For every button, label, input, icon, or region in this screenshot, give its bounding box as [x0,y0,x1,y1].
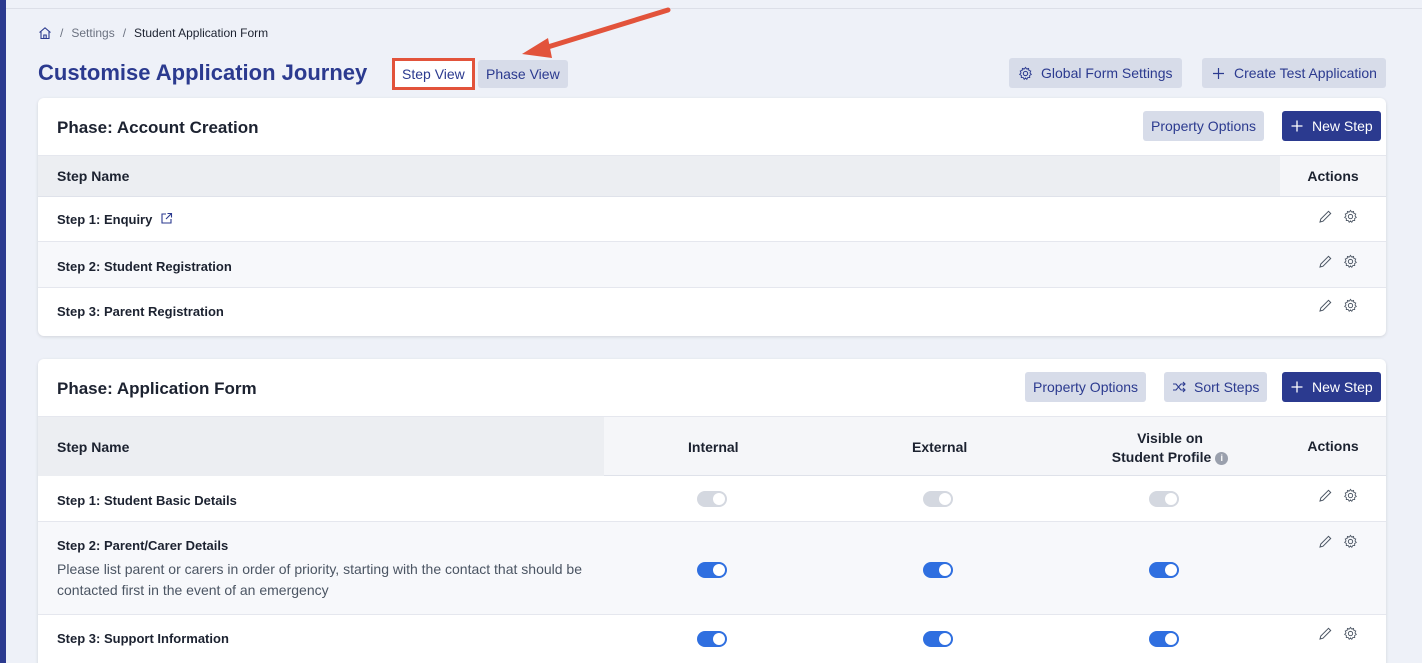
table-row: Step 2: Parent/Carer Details Please list… [38,522,1386,615]
home-icon[interactable] [38,26,52,40]
step-name: Step 3: Support Information [57,631,229,646]
phase-title: Phase: Account Creation [57,118,259,137]
left-accent-bar [0,0,6,663]
create-test-application-label: Create Test Application [1234,65,1377,81]
pencil-icon[interactable] [1318,209,1333,224]
property-options-button[interactable]: Property Options [1143,111,1265,141]
info-icon[interactable]: i [1215,451,1229,465]
phase-title: Phase: Application Form [57,379,257,398]
visible-toggle[interactable] [1149,562,1179,578]
breadcrumb: / Settings / Student Application Form [38,26,268,40]
sort-steps-button[interactable]: Sort Steps [1164,372,1268,402]
pencil-icon[interactable] [1318,254,1333,269]
table-row: Step 1: Enquiry [38,197,1386,242]
new-step-button[interactable]: New Step [1282,372,1381,402]
step-name: Step 2: Parent/Carer Details [57,538,229,553]
breadcrumb-separator: / [122,26,127,40]
internal-toggle[interactable] [697,631,727,647]
table-row: Step 3: Parent Registration [38,288,1386,334]
sort-steps-label: Sort Steps [1194,379,1260,395]
visible-toggle[interactable] [1149,631,1179,647]
visible-toggle[interactable] [1149,491,1179,507]
step-name-text: Step 1: Enquiry [57,212,153,227]
column-header-visible-text: Student Profile [1111,449,1212,465]
step-name: Step 2: Student Registration [57,259,232,274]
gear-icon[interactable] [1343,534,1358,549]
step-name: Step 1: Student Basic Details [57,493,237,508]
page-title: Customise Application Journey [38,60,368,85]
row-actions [1318,209,1358,224]
new-step-label: New Step [1312,118,1373,134]
table-header: Step Name Internal External Visible on S… [38,417,1386,476]
breadcrumb-separator: / [60,26,64,40]
column-header-internal: Internal [688,439,739,455]
table-row: Step 1: Student Basic Details [38,476,1386,522]
column-header-visible: Visible on Student Profile i [1100,429,1240,467]
new-step-label: New Step [1312,379,1373,395]
title-row: Customise Application Journey Step View … [38,58,1394,90]
internal-toggle[interactable] [697,562,727,578]
row-actions [1318,298,1358,313]
table-header: Step Name Actions [38,156,1386,197]
phase-header: Phase: Application Form Property Options… [38,359,1386,417]
table-row: Step 3: Support Information [38,615,1386,663]
column-header-external: External [912,439,968,455]
new-step-button[interactable]: New Step [1282,111,1381,141]
breadcrumb-settings[interactable]: Settings [71,26,114,40]
external-toggle[interactable] [923,631,953,647]
column-header-visible-line2: Student Profile i [1100,448,1240,467]
phase-card-application-form: Phase: Application Form Property Options… [38,359,1386,663]
pencil-icon[interactable] [1318,626,1333,641]
row-actions [1318,254,1358,269]
gear-icon[interactable] [1343,298,1358,313]
top-divider [6,8,1422,9]
shuffle-icon [1172,380,1187,395]
step-name: Step 3: Parent Registration [57,304,224,319]
row-actions [1318,488,1358,503]
annotation-arrow [522,7,671,58]
gear-icon [1018,66,1033,81]
plus-icon [1290,380,1305,395]
external-toggle[interactable] [923,562,953,578]
row-actions [1318,534,1358,549]
gear-icon[interactable] [1343,209,1358,224]
gear-icon[interactable] [1343,254,1358,269]
row-actions [1318,626,1358,641]
column-header-actions: Actions [1307,438,1359,454]
phase-header: Phase: Account Creation Property Options… [38,98,1386,156]
column-header-step-name: Step Name [57,168,130,184]
step-name: Step 1: Enquiry [57,212,175,227]
gear-icon[interactable] [1343,626,1358,641]
table-row: Step 2: Student Registration [38,242,1386,288]
step-view-button[interactable]: Step View [392,58,475,90]
column-header-visible-line1: Visible on [1137,430,1203,446]
phase-card-account-creation: Phase: Account Creation Property Options… [38,98,1386,336]
global-form-settings-label: Global Form Settings [1041,65,1173,81]
column-header-actions: Actions [1280,156,1386,196]
plus-icon [1211,66,1226,81]
create-test-application-button[interactable]: Create Test Application [1202,58,1386,88]
global-form-settings-button[interactable]: Global Form Settings [1009,58,1182,88]
internal-toggle[interactable] [697,491,727,507]
step-description: Please list parent or carers in order of… [57,561,582,598]
external-link-icon[interactable] [160,212,175,227]
external-toggle[interactable] [923,491,953,507]
plus-icon [1290,119,1305,134]
pencil-icon[interactable] [1318,534,1333,549]
breadcrumb-current: Student Application Form [134,26,269,40]
property-options-button[interactable]: Property Options [1025,372,1147,402]
pencil-icon[interactable] [1318,298,1333,313]
pencil-icon[interactable] [1318,488,1333,503]
column-header-step-name: Step Name [57,439,130,455]
gear-icon[interactable] [1343,488,1358,503]
